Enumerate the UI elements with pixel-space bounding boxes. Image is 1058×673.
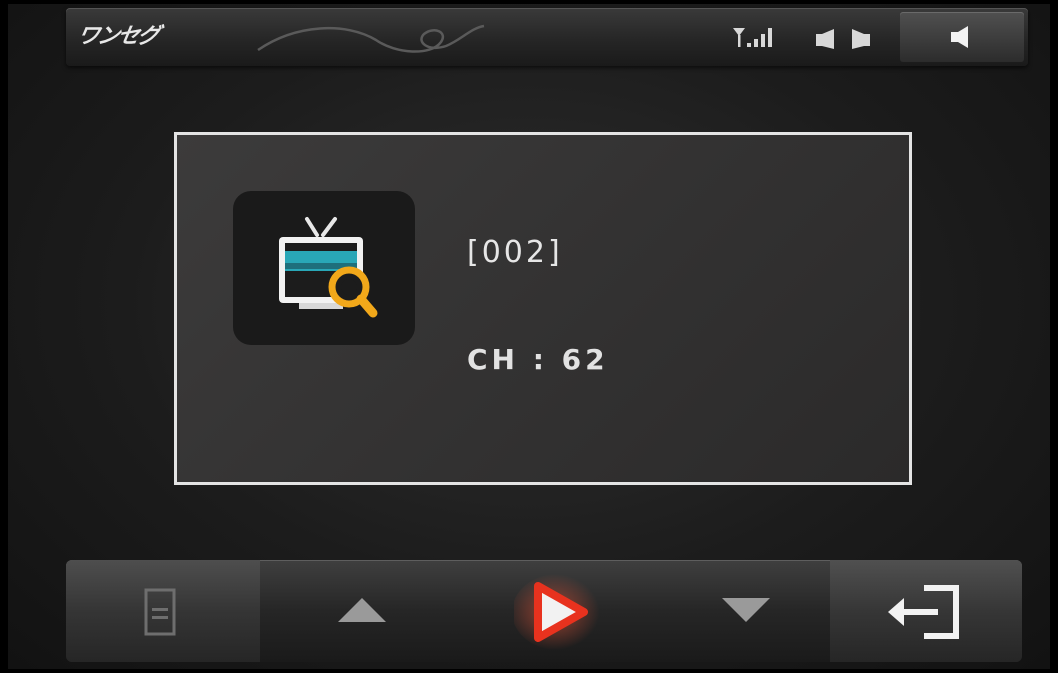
channel-id: [002] [467,235,563,270]
sound-mode-icon [816,29,870,49]
volume-icon [951,26,968,48]
volume-button[interactable] [900,12,1024,62]
menu-button[interactable] [66,560,260,662]
play-button[interactable] [486,560,646,662]
app-logo: ワンセグ [75,23,160,49]
tv-search-icon [279,217,378,318]
channel-info-panel: [002] CH : 62 [174,132,912,485]
signal-strength-icon [733,28,772,47]
triangle-down-icon [722,598,770,622]
exit-icon [888,585,959,639]
swirl-decoration-icon [257,24,485,53]
control-bar [66,560,1022,662]
triangle-up-icon [338,598,386,622]
status-bar: ワンセグ [66,8,1028,66]
menu-panel-icon [144,588,176,636]
tv-search-tile [233,191,415,345]
channel-up-button[interactable] [302,560,422,662]
exit-button[interactable] [830,560,1022,662]
play-icon [514,574,604,650]
channel-number: CH : 62 [467,343,609,376]
channel-down-button[interactable] [686,560,806,662]
device-screen: ワンセグ [002] CH: 62 [8,4,1050,669]
